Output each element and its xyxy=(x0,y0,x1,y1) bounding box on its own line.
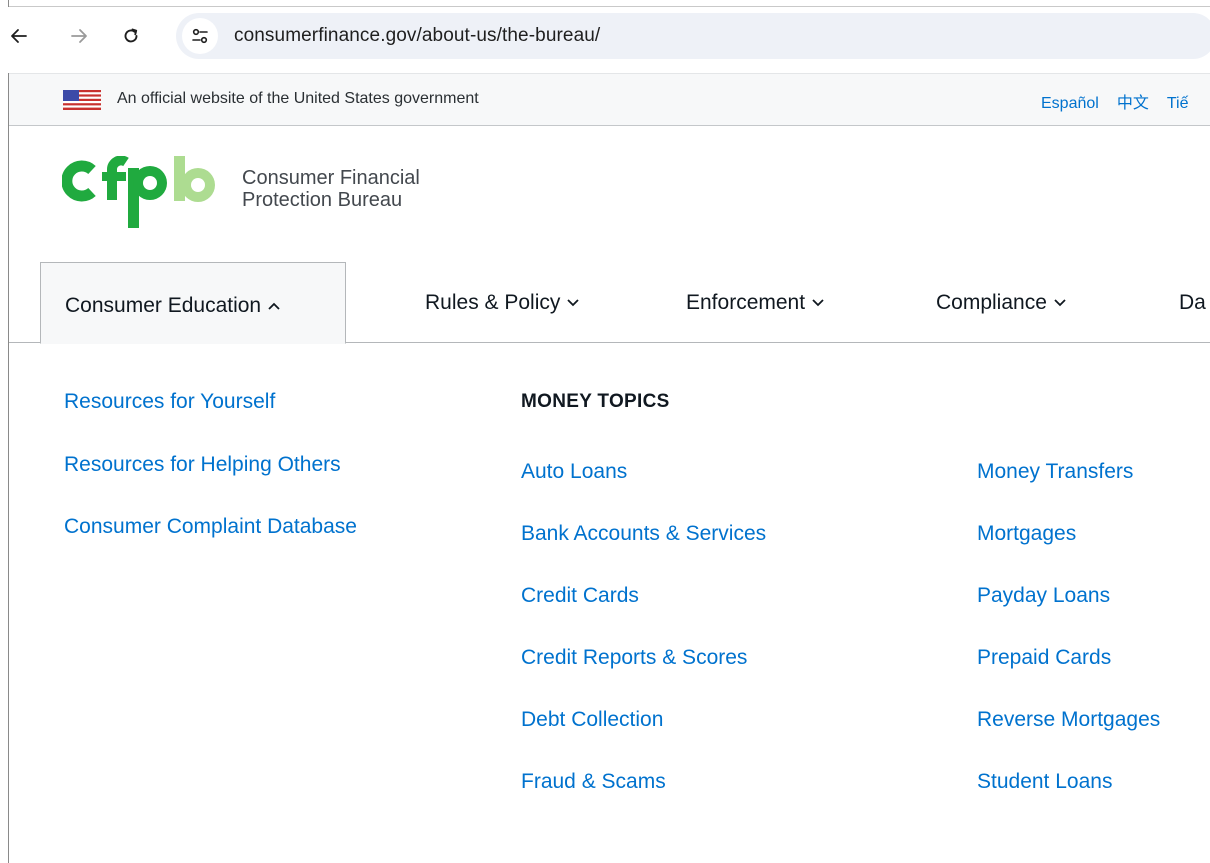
nav-tab-label: Compliance xyxy=(936,290,1047,314)
chevron-up-icon xyxy=(268,302,280,310)
topic-link-reverse-mortgages[interactable]: Reverse Mortgages xyxy=(977,708,1160,732)
topic-link-student-loans[interactable]: Student Loans xyxy=(977,770,1112,794)
cfpb-logo[interactable] xyxy=(62,156,222,228)
forward-button[interactable] xyxy=(64,21,94,51)
chevron-down-icon xyxy=(567,298,580,306)
money-topics-heading: MONEY TOPICS xyxy=(521,391,670,412)
chevron-down-icon xyxy=(812,298,824,306)
logo-title-line2: Protection Bureau xyxy=(242,189,403,211)
language-links: Español 中文 Tiế xyxy=(1041,89,1206,113)
gov-banner-text: An official website of the United States… xyxy=(117,90,479,107)
nav-tab-label: Rules & Policy xyxy=(425,290,561,314)
reload-button[interactable] xyxy=(116,21,146,51)
url-domain: consumerfinance.gov xyxy=(234,25,417,46)
nav-tab-compliance[interactable]: Compliance xyxy=(936,262,1067,343)
nav-tab-label: Consumer Education xyxy=(65,294,262,317)
url-path: /about-us/the-bureau/ xyxy=(416,25,601,46)
menu-link-resources-yourself[interactable]: Resources for Yourself xyxy=(64,390,275,414)
menu-link-resources-helping-others[interactable]: Resources for Helping Others xyxy=(64,453,341,477)
site-info-button[interactable] xyxy=(182,18,218,54)
back-button[interactable] xyxy=(4,21,34,51)
language-link-chinese[interactable]: 中文 xyxy=(1117,95,1149,112)
language-link-vietnamese[interactable]: Tiế xyxy=(1167,95,1189,112)
chevron-down-icon xyxy=(1054,298,1066,306)
topic-link-mortgages[interactable]: Mortgages xyxy=(977,522,1076,546)
topic-link-money-transfers[interactable]: Money Transfers xyxy=(977,460,1133,484)
topic-link-debt-collection[interactable]: Debt Collection xyxy=(521,708,663,732)
nav-tab-rules-policy[interactable]: Rules & Policy xyxy=(425,262,580,343)
language-link-spanish[interactable]: Español xyxy=(1041,95,1099,112)
browser-toolbar: consumerfinance.gov/about-us/the-bureau/ xyxy=(0,7,1210,73)
reload-icon xyxy=(124,28,138,43)
main-navigation: Consumer Education Rules & Policy Enforc… xyxy=(9,262,1210,344)
topic-link-payday-loans[interactable]: Payday Loans xyxy=(977,584,1110,608)
nav-tab-label: Enforcement xyxy=(686,290,806,314)
nav-tab-consumer-education[interactable]: Consumer Education xyxy=(40,262,346,344)
tune-icon xyxy=(192,28,208,44)
topic-link-prepaid-cards[interactable]: Prepaid Cards xyxy=(977,646,1111,670)
menu-link-complaint-database[interactable]: Consumer Complaint Database xyxy=(64,515,357,539)
topic-link-credit-cards[interactable]: Credit Cards xyxy=(521,584,639,608)
topic-link-bank-accounts[interactable]: Bank Accounts & Services xyxy=(521,522,766,546)
nav-tab-enforcement[interactable]: Enforcement xyxy=(686,262,825,343)
gov-banner: An official website of the United States… xyxy=(9,73,1210,126)
arrow-right-icon xyxy=(71,29,87,43)
topic-link-fraud-scams[interactable]: Fraud & Scams xyxy=(521,770,666,794)
nav-tab-data-research[interactable]: Da xyxy=(1179,262,1206,343)
url-text[interactable]: consumerfinance.gov/about-us/the-bureau/ xyxy=(234,25,600,47)
topic-link-credit-reports[interactable]: Credit Reports & Scores xyxy=(521,646,747,670)
address-bar[interactable]: consumerfinance.gov/about-us/the-bureau/ xyxy=(176,13,1210,59)
topic-link-auto-loans[interactable]: Auto Loans xyxy=(521,460,627,484)
logo-title-line1: Consumer Financial xyxy=(242,167,420,189)
arrow-left-icon xyxy=(11,29,27,43)
nav-tab-label: Da xyxy=(1179,290,1206,314)
us-flag-icon xyxy=(63,90,101,110)
logo-title[interactable]: Consumer Financial Protection Bureau xyxy=(242,167,420,211)
mega-menu-panel: Resources for Yourself Resources for Hel… xyxy=(9,343,1210,863)
